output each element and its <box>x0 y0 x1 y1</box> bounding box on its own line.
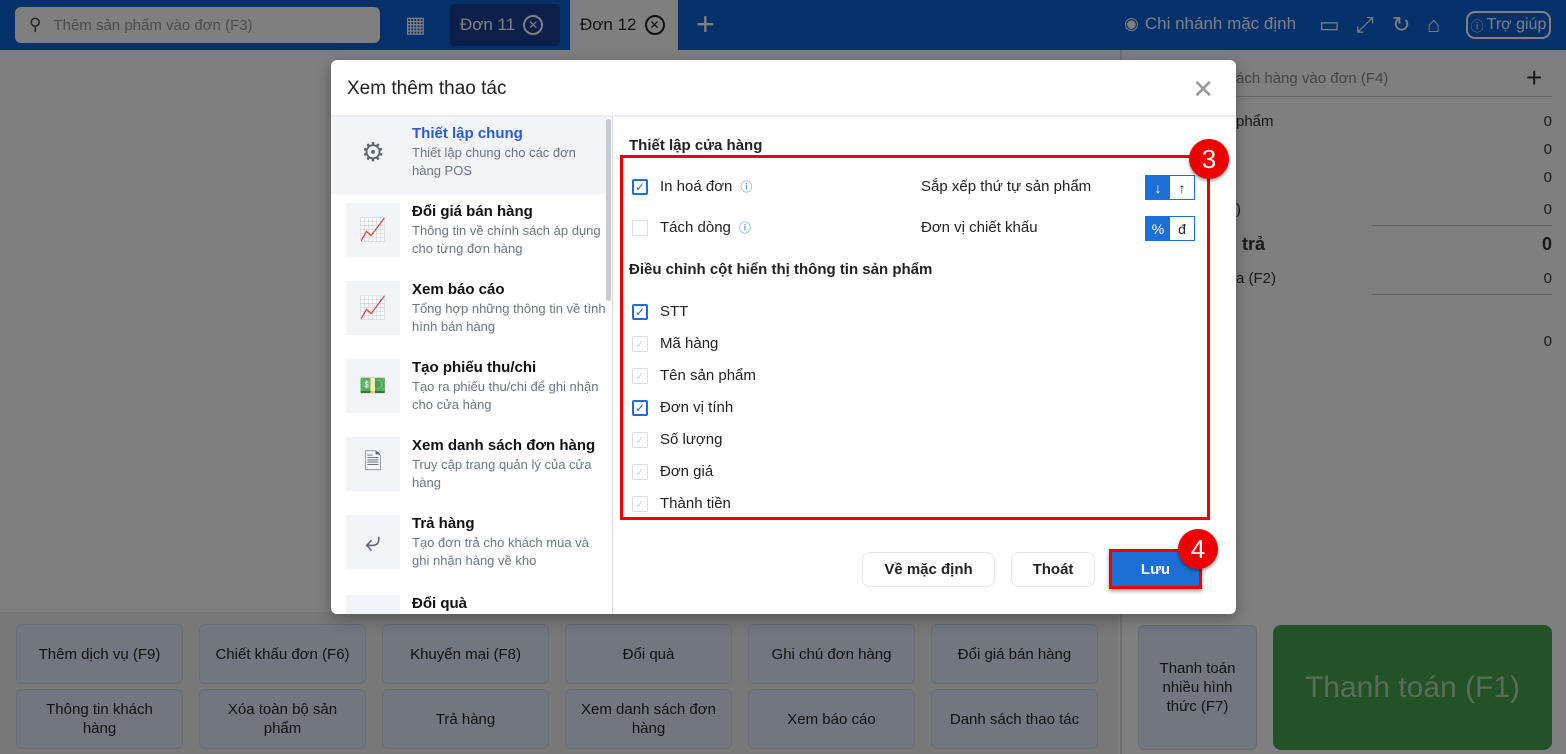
action-menu: ⚙ Thiết lập chung Thiết lập chung cho các … <box>331 117 613 614</box>
chart-icon: 📈 <box>346 203 400 257</box>
sort-asc-option[interactable]: ↑ <box>1170 176 1194 199</box>
info-icon: ⓘ <box>738 221 751 235</box>
dialog-title: Xem thêm thao tác <box>347 78 507 99</box>
column-checkbox-sku: ✓ Mã hàng <box>632 335 718 352</box>
checkbox-empty-icon <box>632 219 648 236</box>
checkbox-checked-icon: ✓ <box>632 178 648 195</box>
menu-scrollbar[interactable] <box>606 119 611 301</box>
reset-default-button[interactable]: Về mặc định <box>862 552 995 587</box>
money-icon: 💵 <box>346 359 400 413</box>
gears-icon: ⚙ <box>346 125 400 179</box>
exit-button[interactable]: Thoát <box>1011 552 1095 587</box>
column-checkbox-unit-price: ✓ Đơn giá <box>632 463 713 480</box>
more-actions-dialog: Xem thêm thao tác ✕ ⚙ Thiết lập chung Thiế… <box>331 60 1236 614</box>
percent-option[interactable]: % <box>1146 217 1170 240</box>
column-checkbox-product-name: ✓ Tên sản phẩm <box>632 367 756 384</box>
step-4-badge: 4 <box>1178 529 1218 569</box>
menu-item-change-price[interactable]: 📈 Đổi giá bán hàng Thông tin về chính sách… <box>331 195 606 258</box>
gift-icon <box>346 595 400 614</box>
sort-order-label: Sắp xếp thứ tự sản phẩm <box>921 178 1092 195</box>
column-checkbox-quantity: ✓ Số lượng <box>632 431 722 448</box>
info-icon: ⓘ <box>740 180 753 194</box>
columns-heading: Điều chỉnh cột hiển thị thông tin sản ph… <box>629 261 933 278</box>
sort-order-toggle[interactable]: ↓ ↑ <box>1145 175 1195 200</box>
menu-item-return[interactable]: ⤶ Trả hàng Tạo đơn trả cho khách mua và gh… <box>331 507 606 570</box>
invoice-icon: 🗎 <box>346 437 400 491</box>
discount-unit-label: Đơn vị chiết khấu <box>921 219 1038 236</box>
menu-item-general-settings[interactable]: ⚙ Thiết lập chung Thiết lập chung cho các … <box>331 117 606 194</box>
menu-item-gift-exchange[interactable]: Đổi quà <box>331 587 606 614</box>
store-settings-heading: Thiết lập cửa hàng <box>629 137 763 154</box>
menu-item-order-list[interactable]: 🗎 Xem danh sách đơn hàng Truy cập trang qu… <box>331 429 606 492</box>
column-checkbox-unit[interactable]: ✓ Đơn vị tính <box>632 399 733 416</box>
print-invoice-checkbox[interactable]: ✓ In hoá đơn ⓘ <box>632 178 752 195</box>
column-checkbox-total: ✓ Thành tiền <box>632 495 731 512</box>
discount-unit-toggle[interactable]: % đ <box>1145 216 1195 241</box>
reply-icon: ⤶ <box>346 515 400 569</box>
sort-desc-option[interactable]: ↓ <box>1146 176 1170 199</box>
step-3-badge: 3 <box>1189 139 1229 179</box>
chart-icon: 📈 <box>346 281 400 335</box>
menu-item-reports[interactable]: 📈 Xem báo cáo Tổng hợp những thông tin về … <box>331 273 606 336</box>
split-line-checkbox[interactable]: Tách dòng ⓘ <box>632 219 751 236</box>
column-checkbox-stt[interactable]: ✓ STT <box>632 303 688 320</box>
menu-item-receipt-voucher[interactable]: 💵 Tạo phiếu thu/chi Tạo ra phiếu thu/chi đ… <box>331 351 606 414</box>
currency-option[interactable]: đ <box>1170 217 1194 240</box>
close-icon[interactable]: ✕ <box>1192 74 1214 105</box>
